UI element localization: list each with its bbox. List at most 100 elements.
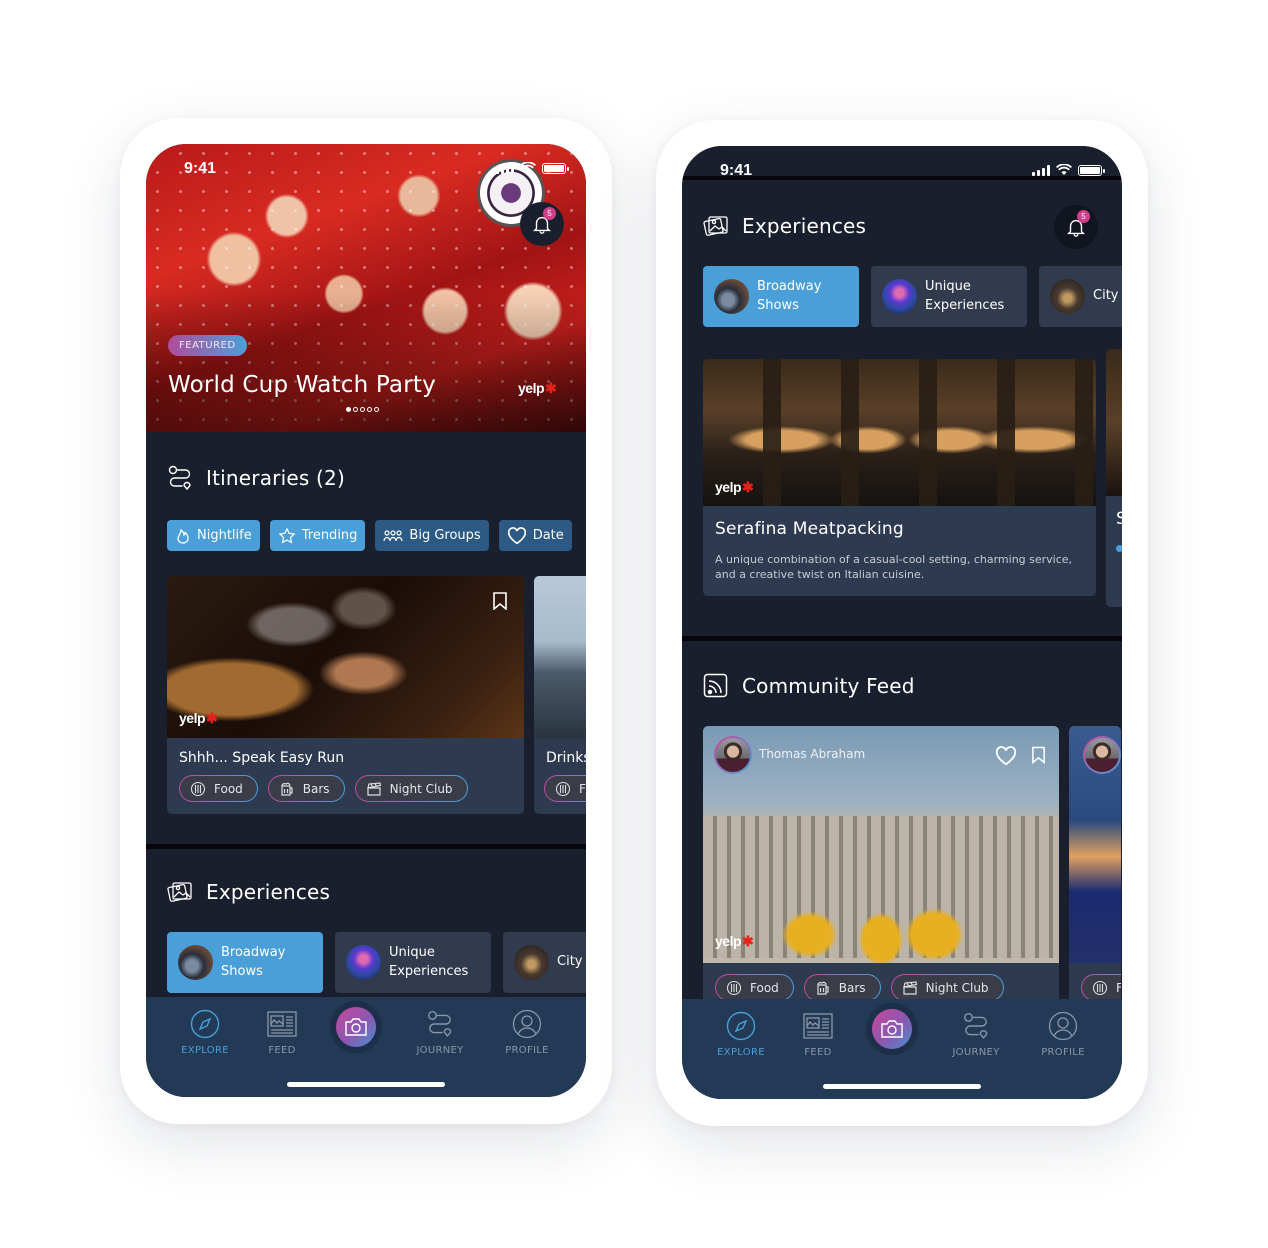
- category-label-line: Broadway: [221, 945, 286, 961]
- itinerary-card-peek[interactable]: Drinks F: [534, 576, 586, 814]
- nav-profile[interactable]: PROFILE: [487, 1009, 567, 1056]
- compass-icon: [190, 1009, 220, 1039]
- category-label-line: City: [1093, 288, 1119, 304]
- filter-chip-trending[interactable]: Trending: [269, 520, 366, 551]
- filter-chip-nightlife[interactable]: Nightlife: [167, 520, 260, 551]
- route-icon: [425, 1009, 455, 1039]
- tag-food[interactable]: Food: [715, 974, 794, 1001]
- venue-title: S: [1116, 509, 1122, 529]
- newspaper-icon: [803, 1011, 833, 1041]
- experiences-title: Experiences: [742, 214, 867, 238]
- battery-icon: [1078, 164, 1105, 176]
- notifications-button[interactable]: 5: [520, 202, 564, 246]
- yelp-wordmark: yelp: [179, 710, 206, 726]
- experience-category-city[interactable]: City: [1039, 266, 1122, 327]
- heart-icon[interactable]: [995, 746, 1017, 766]
- yelp-logo: yelp✱: [179, 710, 218, 727]
- venue-card-peek[interactable]: S: [1106, 349, 1122, 607]
- community-feed-title: Community Feed: [742, 674, 915, 698]
- itinerary-filter-chips: Nightlife Trending Big Groups Date: [167, 520, 572, 551]
- user-icon: [1048, 1011, 1078, 1041]
- camera-button[interactable]: [872, 1009, 912, 1049]
- tag-food[interactable]: F: [1081, 974, 1121, 1001]
- home-indicator[interactable]: [823, 1084, 981, 1089]
- venue-card[interactable]: yelp✱ Serafina Meatpacking A unique comb…: [703, 359, 1096, 596]
- experience-category-broadway[interactable]: Broadway Shows: [703, 266, 859, 327]
- category-label-line: Shows: [757, 297, 799, 313]
- experience-category-broadway[interactable]: Broadway Shows: [167, 932, 323, 993]
- itinerary-card-title: Shhh... Speak Easy Run: [179, 750, 345, 766]
- bottom-navigation: EXPLORE FEED JOURNEY PROFILE: [682, 999, 1122, 1099]
- nav-label: EXPLORE: [717, 1047, 765, 1058]
- yelp-burst-icon: ✱: [742, 933, 754, 949]
- nav-journey[interactable]: JOURNEY: [936, 1011, 1016, 1058]
- nav-feed[interactable]: FEED: [242, 1009, 322, 1056]
- experiences-header: Experiences: [166, 878, 330, 906]
- nav-explore[interactable]: EXPLORE: [701, 1011, 781, 1058]
- flame-icon: [177, 528, 189, 544]
- nav-journey[interactable]: JOURNEY: [400, 1009, 480, 1056]
- category-thumbnail: [882, 279, 917, 314]
- pager-dot[interactable]: [374, 407, 379, 412]
- nav-explore[interactable]: EXPLORE: [165, 1009, 245, 1056]
- beer-mug-icon: [817, 981, 829, 995]
- home-indicator[interactable]: [287, 1082, 445, 1087]
- nav-label: EXPLORE: [181, 1045, 229, 1056]
- heart-icon: [507, 526, 526, 544]
- phone-frame-explore: FEATURED World Cup Watch Party yelp✱ 9:4…: [120, 118, 612, 1124]
- filter-chip-date[interactable]: Date: [498, 520, 572, 551]
- experience-categories: Broadway Shows Unique Experiences City: [167, 932, 586, 993]
- tag-night-club[interactable]: Night Club: [891, 974, 1004, 1001]
- tag-night-club[interactable]: Night Club: [355, 775, 468, 802]
- hero-title[interactable]: World Cup Watch Party: [168, 372, 436, 398]
- food-icon: [555, 781, 571, 796]
- itineraries-title: Itineraries (2): [206, 466, 345, 490]
- rss-feed-icon: [702, 672, 730, 700]
- pager-dot[interactable]: [367, 407, 372, 412]
- category-thumbnail: [346, 945, 381, 980]
- feed-post-card-peek[interactable]: F: [1069, 726, 1121, 1006]
- tag-bars[interactable]: Bars: [804, 974, 881, 1001]
- category-label-line: Experiences: [389, 963, 469, 979]
- community-feed-header: Community Feed: [702, 672, 915, 700]
- experience-category-unique[interactable]: Unique Experiences: [871, 266, 1027, 327]
- food-icon: [190, 781, 206, 796]
- pager-dot[interactable]: [360, 407, 365, 412]
- avatar[interactable]: [1083, 736, 1121, 774]
- pager-dot[interactable]: [353, 407, 358, 412]
- food-icon: [1092, 980, 1108, 995]
- tag-food[interactable]: Food: [179, 775, 258, 802]
- status-time: 9:41: [720, 162, 753, 179]
- camera-button[interactable]: [336, 1007, 376, 1047]
- experience-category-unique[interactable]: Unique Experiences: [335, 932, 491, 993]
- beer-mug-icon: [281, 782, 293, 796]
- status-icons: [496, 162, 569, 174]
- avatar[interactable]: [714, 736, 752, 774]
- section-divider: [682, 636, 1122, 641]
- featured-hero-banner[interactable]: FEATURED World Cup Watch Party yelp✱: [146, 144, 586, 432]
- section-divider: [146, 844, 586, 849]
- nav-feed[interactable]: FEED: [778, 1011, 858, 1058]
- venue-description: A unique combination of a casual-cool se…: [715, 553, 1073, 582]
- venue-image: [1106, 349, 1122, 496]
- bookmark-icon[interactable]: [492, 592, 508, 610]
- carousel-pager[interactable]: [346, 407, 379, 412]
- category-label-line: Broadway: [757, 279, 822, 295]
- itinerary-card[interactable]: yelp✱ Shhh... Speak Easy Run Food Bars N…: [167, 576, 524, 814]
- status-dot: [1116, 545, 1122, 552]
- pager-dot[interactable]: [346, 407, 351, 412]
- filter-chip-big-groups[interactable]: Big Groups: [375, 520, 489, 551]
- post-author[interactable]: Thomas Abraham: [759, 747, 865, 761]
- notifications-button[interactable]: 5: [1054, 205, 1098, 249]
- tag-label: Food: [750, 980, 779, 995]
- experience-categories: Broadway Shows Unique Experiences City: [703, 266, 1122, 327]
- tag-bars[interactable]: Bars: [268, 775, 345, 802]
- featured-badge: FEATURED: [168, 335, 247, 356]
- feed-post-card[interactable]: Thomas Abraham yelp✱ Food Bars Night Clu…: [703, 726, 1059, 1006]
- bookmark-icon[interactable]: [1031, 746, 1046, 764]
- tag-food[interactable]: F: [544, 775, 586, 802]
- status-time: 9:41: [184, 160, 217, 177]
- experience-category-city[interactable]: City: [503, 932, 586, 993]
- nav-profile[interactable]: PROFILE: [1023, 1011, 1103, 1058]
- clapperboard-icon: [366, 781, 381, 796]
